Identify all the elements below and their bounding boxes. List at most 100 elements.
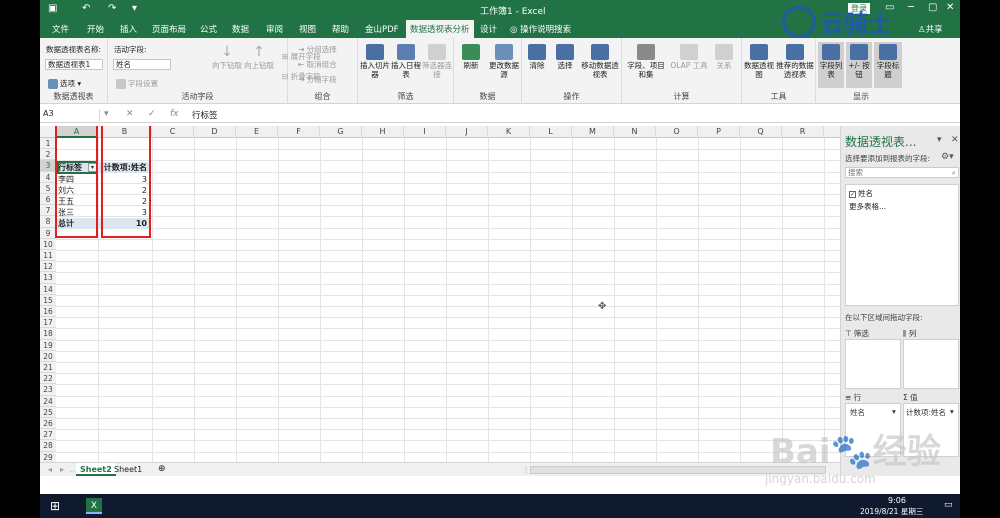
pivot-name-field[interactable]: 数据透视表1 xyxy=(45,59,103,70)
column-header[interactable]: G xyxy=(320,126,362,138)
column-header[interactable]: D xyxy=(194,126,236,138)
fields-items-button[interactable]: 字段、项目和集 xyxy=(624,44,668,79)
tab-review[interactable]: 审阅 xyxy=(266,23,283,35)
customize-qat-icon[interactable]: ▾ xyxy=(132,3,137,14)
tab-file[interactable]: 文件 xyxy=(52,23,69,35)
row-header[interactable]: 29 xyxy=(40,451,56,462)
row-header[interactable]: 19 xyxy=(40,339,56,351)
tab-data[interactable]: 数据 xyxy=(232,23,249,35)
row-header[interactable]: 26 xyxy=(40,418,56,430)
row-header[interactable]: 23 xyxy=(40,384,56,396)
sheet-tab-sheet1[interactable]: Sheet1 xyxy=(110,463,146,476)
group-field-button[interactable]: ⇥ 分组字段 xyxy=(298,74,337,85)
row-header[interactable]: 17 xyxy=(40,317,56,329)
row-header[interactable]: 14 xyxy=(40,283,56,295)
clear-button[interactable]: 清除 xyxy=(524,44,550,70)
windows-start-icon[interactable]: ⊞ xyxy=(50,499,60,513)
select-button[interactable]: 选择 xyxy=(552,44,578,70)
options-button[interactable]: 选项 ▾ xyxy=(48,78,81,89)
column-header[interactable]: F xyxy=(278,126,320,138)
column-header[interactable]: H xyxy=(362,126,404,138)
worksheet-grid[interactable]: ABCDEFGHIJKLMNOPQR 1 2 3 4 5 6 7 8 9 10 11 12 13 14 15… xyxy=(40,126,840,462)
drill-down-button[interactable]: ↓ 向下钻取 xyxy=(212,44,242,70)
field-settings-button[interactable]: 字段设置 xyxy=(116,78,158,89)
more-tables-link[interactable]: 更多表格... xyxy=(849,201,886,212)
column-header[interactable]: J xyxy=(446,126,488,138)
column-header[interactable]: E xyxy=(236,126,278,138)
name-box[interactable]: A3 xyxy=(42,109,100,121)
tab-formulas[interactable]: 公式 xyxy=(200,23,217,35)
column-header[interactable]: M xyxy=(572,126,614,138)
recommended-pivot-button[interactable]: 推荐的数据透视表 xyxy=(776,44,814,79)
pivot-chart-button[interactable]: 数据透视图 xyxy=(744,44,774,79)
row-header[interactable]: 4 xyxy=(40,171,56,183)
row-header[interactable]: 16 xyxy=(40,306,56,318)
row-header[interactable]: 28 xyxy=(40,440,56,452)
notification-icon[interactable]: ▭ xyxy=(944,500,953,510)
column-header[interactable]: N xyxy=(614,126,656,138)
filter-connections-button[interactable]: 筛选器连接 xyxy=(422,44,452,79)
field-list-button[interactable]: 字段列表 xyxy=(818,42,844,88)
filters-zone[interactable] xyxy=(845,339,901,389)
column-header[interactable]: P xyxy=(698,126,740,138)
insert-function-icon[interactable]: fx xyxy=(170,109,179,119)
column-header[interactable]: C xyxy=(152,126,194,138)
row-header[interactable]: 20 xyxy=(40,350,56,362)
plus-minus-buttons-button[interactable]: +/- 按钮 xyxy=(846,42,872,88)
name-box-dropdown-icon[interactable]: ▾ xyxy=(104,109,109,119)
cancel-icon[interactable]: ✕ xyxy=(126,109,134,119)
row-header[interactable]: 2 xyxy=(40,149,56,161)
column-header[interactable]: R xyxy=(782,126,824,138)
tab-home[interactable]: 开始 xyxy=(87,23,104,35)
row-header[interactable]: 11 xyxy=(40,250,56,262)
row-header[interactable]: 6 xyxy=(40,194,56,206)
save-icon[interactable]: ▣ xyxy=(48,3,57,14)
row-header[interactable]: 9 xyxy=(40,227,56,239)
tab-view[interactable]: 视图 xyxy=(299,23,316,35)
enter-icon[interactable]: ✓ xyxy=(148,109,156,119)
undo-icon[interactable]: ↶ xyxy=(82,3,90,14)
tab-pdf[interactable]: 金山PDF xyxy=(365,23,399,35)
column-header[interactable]: L xyxy=(530,126,572,138)
row-header[interactable]: 24 xyxy=(40,395,56,407)
field-headers-button[interactable]: 字段标题 xyxy=(874,42,902,88)
row-header[interactable]: 12 xyxy=(40,261,56,273)
row-header[interactable]: 13 xyxy=(40,272,56,284)
tab-page-layout[interactable]: 页面布局 xyxy=(152,23,186,35)
values-zone-item[interactable]: 计数项:姓名 xyxy=(906,407,946,418)
olap-tools-button[interactable]: OLAP 工具 xyxy=(670,44,708,70)
row-header[interactable]: 8 xyxy=(40,216,56,228)
prev-sheet-icon[interactable]: ◂ xyxy=(44,463,56,476)
move-pivot-button[interactable]: 移动数据透视表 xyxy=(580,44,620,79)
relationships-button[interactable]: 关系 xyxy=(710,44,738,70)
rows-item-dropdown-icon[interactable]: ▾ xyxy=(892,407,896,416)
pane-close-icon[interactable]: ✕ xyxy=(951,135,959,145)
column-header[interactable]: O xyxy=(656,126,698,138)
row-header[interactable]: 18 xyxy=(40,328,56,340)
row-header[interactable]: 21 xyxy=(40,362,56,374)
formula-input[interactable]: 行标签 xyxy=(192,109,218,121)
rows-zone-item[interactable]: 姓名 xyxy=(850,407,865,418)
pane-options-dropdown-icon[interactable]: ▾ xyxy=(937,135,942,145)
row-header[interactable]: 15 xyxy=(40,294,56,306)
row-header[interactable]: 22 xyxy=(40,373,56,385)
row-header[interactable]: 25 xyxy=(40,406,56,418)
ungroup-button[interactable]: ⇤ 取消组合 xyxy=(298,59,337,70)
redo-icon[interactable]: ↷ xyxy=(108,3,116,14)
select-all-corner[interactable] xyxy=(40,126,56,138)
field-search-input[interactable]: 搜索 ⌕ xyxy=(845,167,959,178)
pane-gear-icon[interactable]: ⚙▾ xyxy=(941,152,954,162)
row-header[interactable]: 27 xyxy=(40,429,56,441)
columns-zone[interactable] xyxy=(903,339,959,389)
drill-up-button[interactable]: ↑ 向上钻取 xyxy=(244,44,274,70)
values-item-dropdown-icon[interactable]: ▾ xyxy=(950,407,954,416)
row-header[interactable]: 7 xyxy=(40,205,56,217)
checkbox-checked-icon[interactable]: ✓ xyxy=(849,190,856,198)
column-header[interactable]: Q xyxy=(740,126,782,138)
insert-slicer-button[interactable]: 插入切片器 xyxy=(360,44,390,79)
row-header[interactable]: 1 xyxy=(40,138,56,150)
column-header[interactable]: I xyxy=(404,126,446,138)
excel-taskbar-icon[interactable]: X xyxy=(86,498,102,514)
active-field-input[interactable]: 姓名 xyxy=(113,59,171,70)
add-sheet-icon[interactable]: ⊕ xyxy=(154,463,170,476)
